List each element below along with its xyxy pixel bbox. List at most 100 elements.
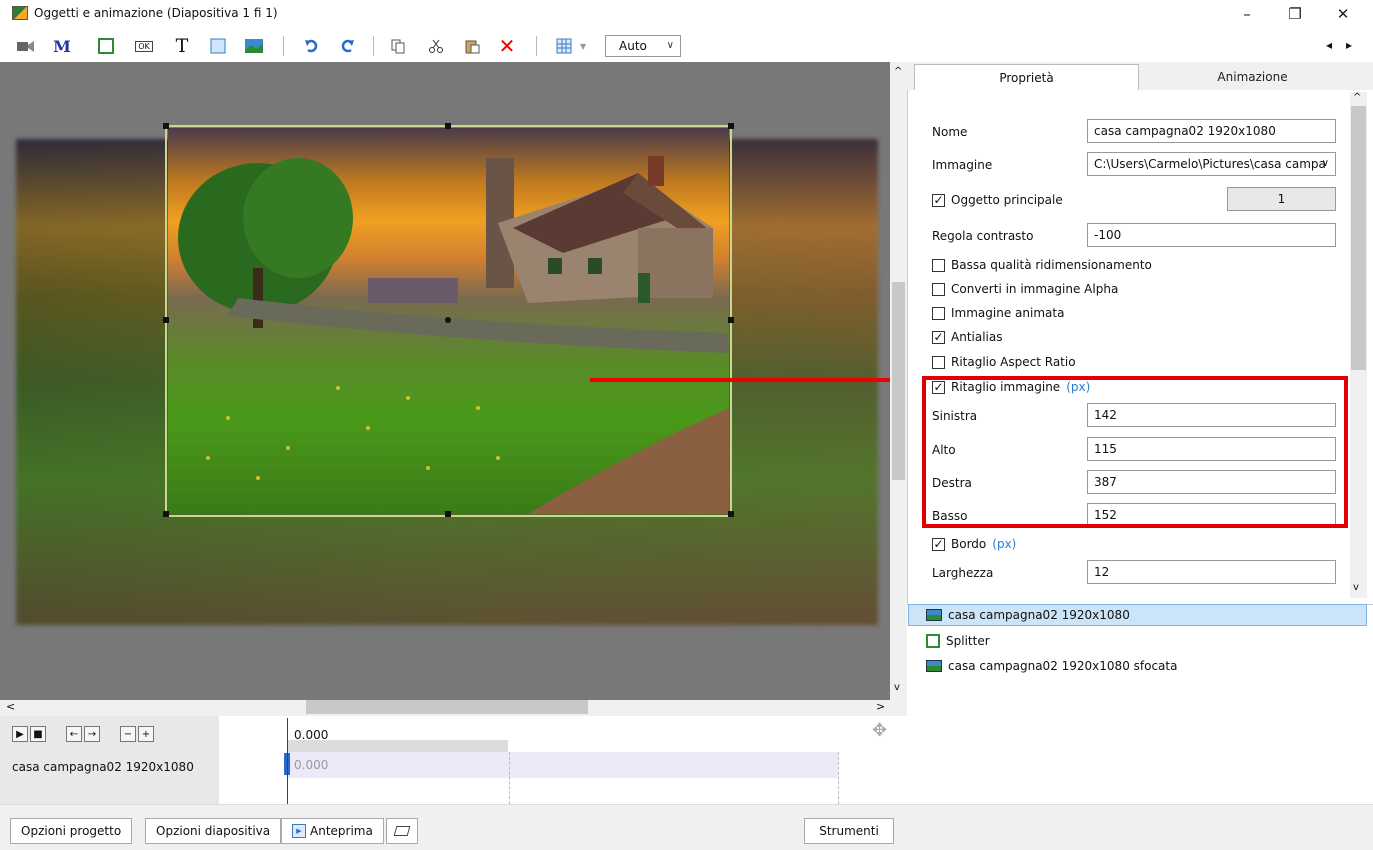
canvas-vertical-scroll-thumb[interactable]	[892, 282, 905, 480]
grid-dropdown-arrow[interactable]: ▼	[580, 42, 586, 51]
toolbar-separator	[536, 36, 537, 56]
toolbar-separator	[283, 36, 284, 56]
zoom-in-icon[interactable]: +	[138, 726, 154, 742]
image-icon	[926, 660, 942, 672]
scroll-left-icon[interactable]: <	[6, 700, 15, 713]
copy-icon[interactable]	[386, 34, 410, 58]
list-item[interactable]: casa campagna02 1920x1080 sfocata	[926, 656, 1177, 676]
resize-handle[interactable]	[163, 317, 169, 323]
redo-icon[interactable]	[336, 34, 360, 58]
scroll-down-icon[interactable]: v	[894, 682, 900, 693]
camera-icon[interactable]	[14, 34, 38, 58]
zoom-out-icon[interactable]: −	[120, 726, 136, 742]
timeline-divider	[509, 752, 510, 804]
paste-icon[interactable]	[460, 34, 484, 58]
zoom-select-value: Auto	[619, 39, 647, 53]
window-title: Oggetti e animazione (Diapositiva 1 fi 1…	[34, 6, 278, 20]
width-field[interactable]: 12	[1087, 560, 1336, 584]
rectangle-icon[interactable]	[206, 34, 230, 58]
image-label: Immagine	[932, 158, 993, 172]
grid-icon[interactable]	[552, 34, 576, 58]
move-icon[interactable]: ✥	[872, 720, 887, 741]
antialias-row: ✓ Antialias	[932, 330, 1002, 344]
timeline-ruler[interactable]	[288, 740, 508, 752]
resize-handle[interactable]	[163, 123, 169, 129]
stop-icon[interactable]: ■	[30, 726, 46, 742]
main-object-index: 1	[1227, 187, 1336, 211]
nav-prev-icon[interactable]: ◂	[1326, 38, 1332, 52]
minimize-button[interactable]: –	[1224, 2, 1270, 26]
tools-button[interactable]: Strumenti	[804, 818, 894, 844]
window-toggle-button[interactable]	[386, 818, 418, 844]
scroll-up-icon[interactable]: ^	[894, 66, 902, 77]
mask-container-button[interactable]: M	[50, 34, 74, 58]
scroll-right-icon[interactable]: >	[876, 700, 885, 713]
contrast-field[interactable]: -100	[1087, 223, 1336, 247]
toolbar-separator	[373, 36, 374, 56]
step-back-icon[interactable]: ←	[66, 726, 82, 742]
list-item-label: Splitter	[946, 634, 990, 648]
close-button[interactable]: ✕	[1320, 2, 1366, 26]
cut-icon[interactable]	[424, 34, 448, 58]
border-row: ✓ Bordo (px)	[932, 537, 1016, 551]
timeline-track[interactable]	[288, 752, 838, 778]
aspect-crop-row: Ritaglio Aspect Ratio	[932, 355, 1076, 369]
resize-handle[interactable]	[445, 511, 451, 517]
properties-scroll-thumb[interactable]	[1351, 106, 1366, 370]
scroll-up-icon[interactable]: ^	[1353, 92, 1361, 103]
image-icon	[926, 609, 942, 621]
canvas-horizontal-scroll-thumb[interactable]	[306, 700, 588, 714]
animated-label: Immagine animata	[951, 306, 1065, 320]
resize-handle[interactable]	[163, 511, 169, 517]
low-quality-checkbox[interactable]	[932, 258, 945, 272]
step-forward-icon[interactable]: →	[84, 726, 100, 742]
image-icon[interactable]	[242, 34, 266, 58]
project-options-button[interactable]: Opzioni progetto	[10, 818, 133, 844]
aspect-crop-checkbox[interactable]	[932, 355, 945, 369]
zoom-select[interactable]: Auto ∨	[605, 35, 681, 57]
image-path-select[interactable]: C:\Users\Carmelo\Pictures\casa campa ∨	[1087, 152, 1336, 176]
chevron-down-icon: ∨	[666, 40, 674, 51]
contrast-label: Regola contrasto	[932, 229, 1034, 243]
undo-icon[interactable]	[299, 34, 323, 58]
restore-button[interactable]: ❐	[1272, 2, 1318, 26]
ok-button-tool[interactable]: OK	[132, 34, 156, 58]
highlight-box	[922, 376, 1348, 528]
frame-icon[interactable]	[94, 34, 118, 58]
list-item[interactable]: casa campagna02 1920x1080	[926, 605, 1130, 625]
main-object-checkbox[interactable]: ✓	[932, 193, 945, 207]
play-icon[interactable]: ▶	[12, 726, 28, 742]
main-object-label: Oggetto principale	[951, 193, 1063, 207]
alpha-checkbox[interactable]	[932, 282, 945, 296]
aspect-crop-label: Ritaglio Aspect Ratio	[951, 355, 1076, 369]
tab-animation[interactable]: Animazione	[1140, 64, 1365, 90]
resize-handle[interactable]	[728, 123, 734, 129]
preview-button[interactable]: ▶ Anteprima	[281, 818, 384, 844]
border-label: Bordo	[951, 537, 987, 551]
scroll-down-icon[interactable]: v	[1353, 582, 1359, 593]
playhead[interactable]	[287, 718, 288, 804]
slide-options-button[interactable]: Opzioni diapositiva	[145, 818, 282, 844]
resize-handle[interactable]	[445, 123, 451, 129]
antialias-checkbox[interactable]: ✓	[932, 330, 945, 344]
resize-handle[interactable]	[728, 317, 734, 323]
preview-label: Anteprima	[310, 824, 373, 838]
list-item[interactable]: Splitter	[926, 631, 990, 651]
name-field[interactable]: casa campagna02 1920x1080	[1087, 119, 1336, 143]
ok-tool-label: OK	[135, 40, 153, 52]
center-handle[interactable]	[445, 317, 451, 323]
track-time: 0.000	[294, 758, 329, 772]
alpha-row: Converti in immagine Alpha	[932, 282, 1118, 296]
animated-checkbox[interactable]	[932, 306, 945, 320]
border-checkbox[interactable]: ✓	[932, 537, 945, 551]
text-tool-button[interactable]: T	[170, 34, 194, 58]
low-quality-row: Bassa qualità ridimensionamento	[932, 258, 1152, 272]
track-name: casa campagna02 1920x1080	[12, 760, 194, 774]
nav-next-icon[interactable]: ▸	[1346, 38, 1352, 52]
resize-handle[interactable]	[728, 511, 734, 517]
name-label: Nome	[932, 125, 968, 139]
tab-properties[interactable]: Proprietà	[914, 64, 1139, 90]
delete-button[interactable]: ✕	[495, 34, 519, 58]
list-item-label: casa campagna02 1920x1080	[948, 608, 1130, 622]
app-icon	[12, 6, 28, 20]
